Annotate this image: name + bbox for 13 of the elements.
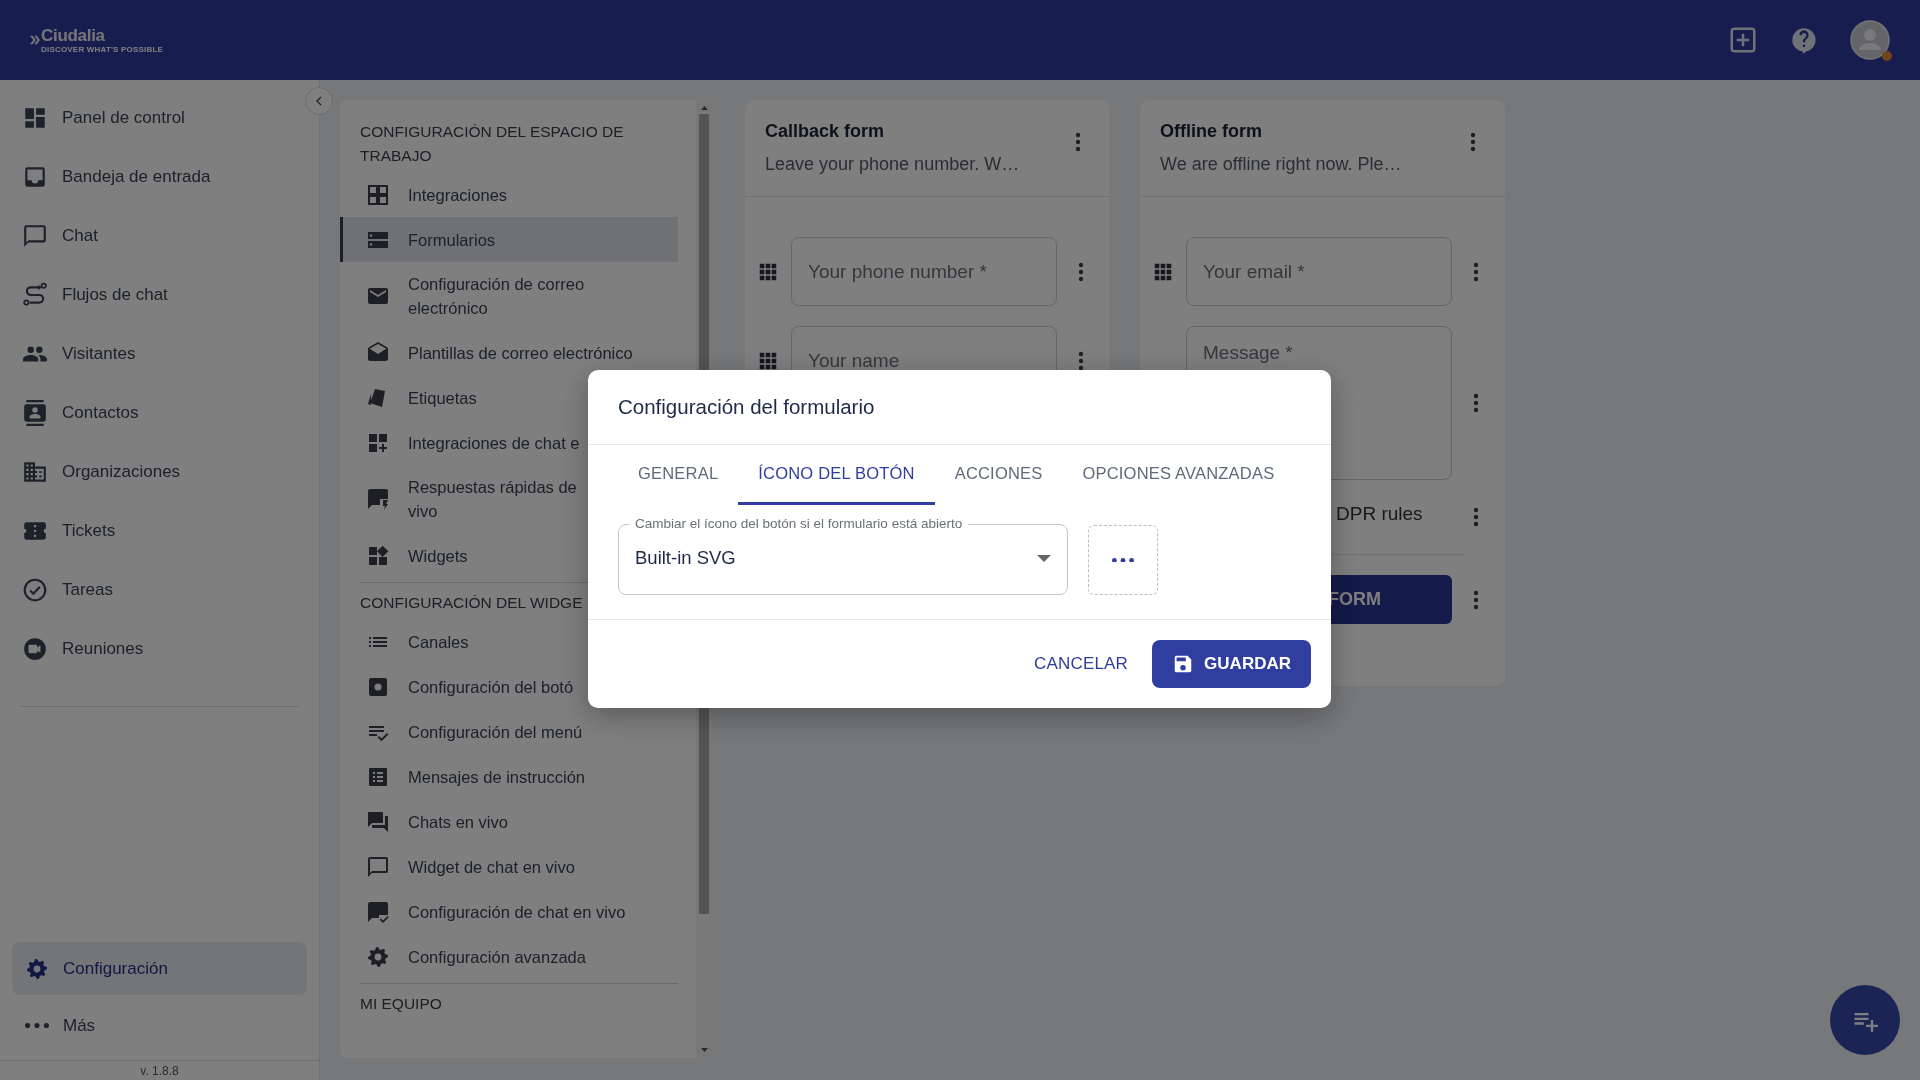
card-description: We are offline right now. Ple… (1160, 153, 1402, 176)
section-heading: CONFIGURACIÓN DEL ESPACIO DE TRABAJO (359, 122, 625, 166)
select-value: Built-in SVG (635, 546, 736, 571)
logo-tagline: DISCOVER WHAT'S POSSIBLE (41, 45, 164, 54)
card-title: Offline form (1160, 120, 1263, 143)
section-heading: MI EQUIPO (359, 994, 443, 1014)
logo-wordmark: Ciudalia (41, 26, 106, 44)
version-label: v. 1.8.8 (0, 1060, 319, 1080)
consent-label: DPR rules (1335, 502, 1424, 526)
card-title: Callback form (765, 120, 886, 143)
dialog-title: Configuración del formulario (588, 370, 1331, 445)
section-heading: CONFIGURACIÓN DEL WIDGE (359, 593, 584, 613)
card-description: Leave your phone number. W… (765, 153, 1020, 176)
